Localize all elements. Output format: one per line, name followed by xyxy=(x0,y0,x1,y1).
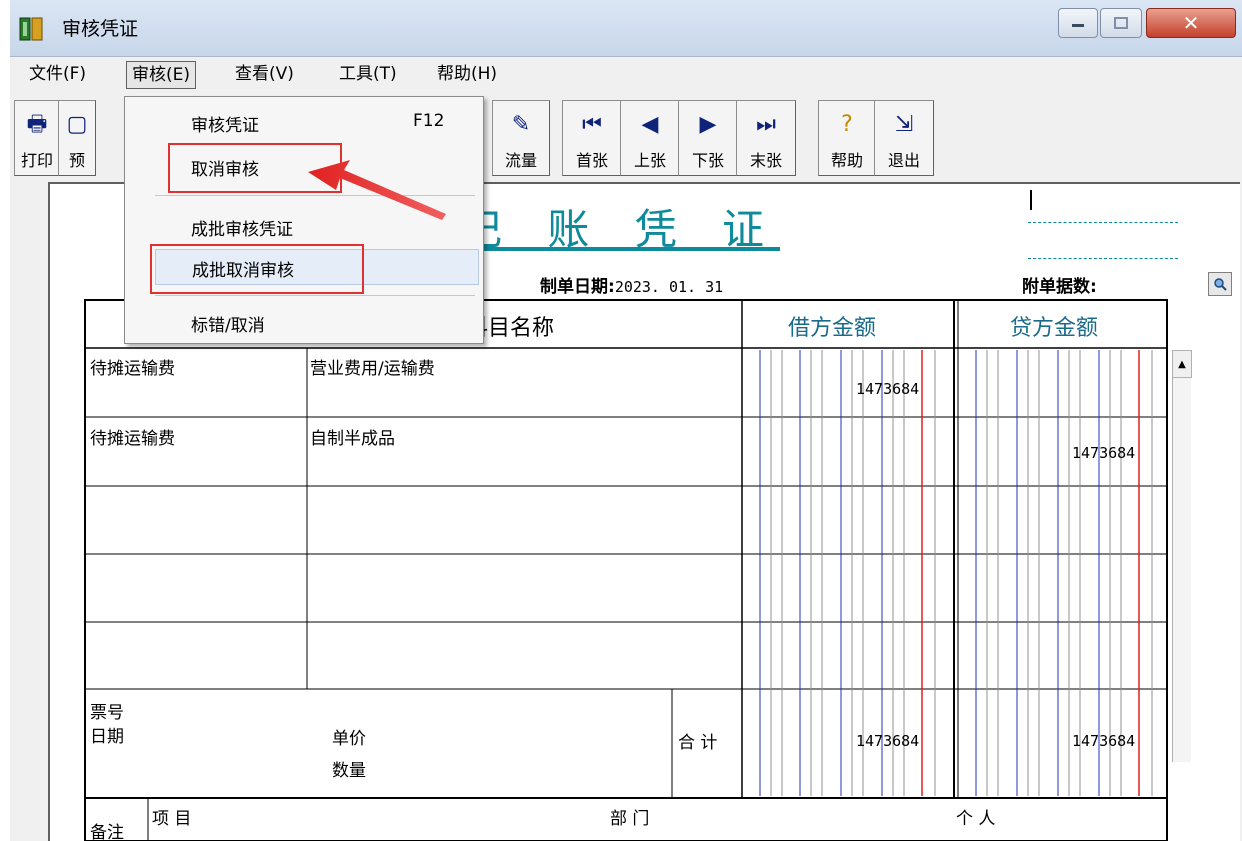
mark-error-label: 标错/取消 xyxy=(191,316,265,336)
audit-voucher-label: 审核凭证 xyxy=(191,116,259,136)
highlight-batch-cancel-audit xyxy=(150,244,364,294)
row1-subject[interactable]: 营业费用/运输费 xyxy=(310,354,435,379)
menu-separator xyxy=(155,195,475,196)
ticket-label: 票号 xyxy=(90,703,124,723)
debit-column-header: 借方金额 xyxy=(788,316,877,341)
total-label: 合 计 xyxy=(678,733,718,753)
total-debit: 1473684 xyxy=(856,732,920,750)
remarks-department-label: 部 门 xyxy=(610,809,650,829)
audit-dropdown-menu: 审核凭证 F12 取消审核 成批审核凭证 成批取消审核 标错/取消 xyxy=(124,96,484,344)
quantity-label: 数量 xyxy=(332,761,366,781)
remarks-label: 备注 xyxy=(90,823,124,841)
row2-credit[interactable]: 1473684 xyxy=(1072,444,1135,462)
voucher-audit-window: 审核凭证 ✕ 文件(F) 审核(E) 查看(V) 工具(T) 帮助(H) 🖶 打… xyxy=(10,0,1242,841)
credit-column-header: 贷方金额 xyxy=(1010,316,1099,341)
row1-debit[interactable]: 1473684 xyxy=(856,380,919,398)
menu-item-mark-error[interactable]: 标错/取消 xyxy=(125,305,483,339)
menu-item-batch-audit[interactable]: 成批审核凭证 xyxy=(125,209,483,243)
batch-audit-label: 成批审核凭证 xyxy=(191,220,293,240)
scroll-up-button[interactable]: ▲ xyxy=(1172,350,1192,378)
row2-summary[interactable]: 待摊运输费 xyxy=(90,424,175,449)
unit-price-label: 单价 xyxy=(332,729,366,749)
audit-shortcut-label: F12 xyxy=(413,111,445,131)
highlight-cancel-audit xyxy=(168,143,342,193)
footer-date-label: 日期 xyxy=(90,727,124,747)
menu-separator xyxy=(155,295,475,296)
vertical-scrollbar[interactable] xyxy=(1172,378,1191,762)
row2-subject[interactable]: 自制半成品 xyxy=(310,424,395,449)
remarks-item-label: 项 目 xyxy=(152,809,192,829)
arrow-up-icon: ▲ xyxy=(1178,358,1186,370)
menu-item-audit-voucher[interactable]: 审核凭证 F12 xyxy=(125,105,483,139)
remarks-person-label: 个 人 xyxy=(956,809,996,829)
total-credit: 1473684 xyxy=(1072,732,1136,750)
row1-summary[interactable]: 待摊运输费 xyxy=(90,354,175,379)
